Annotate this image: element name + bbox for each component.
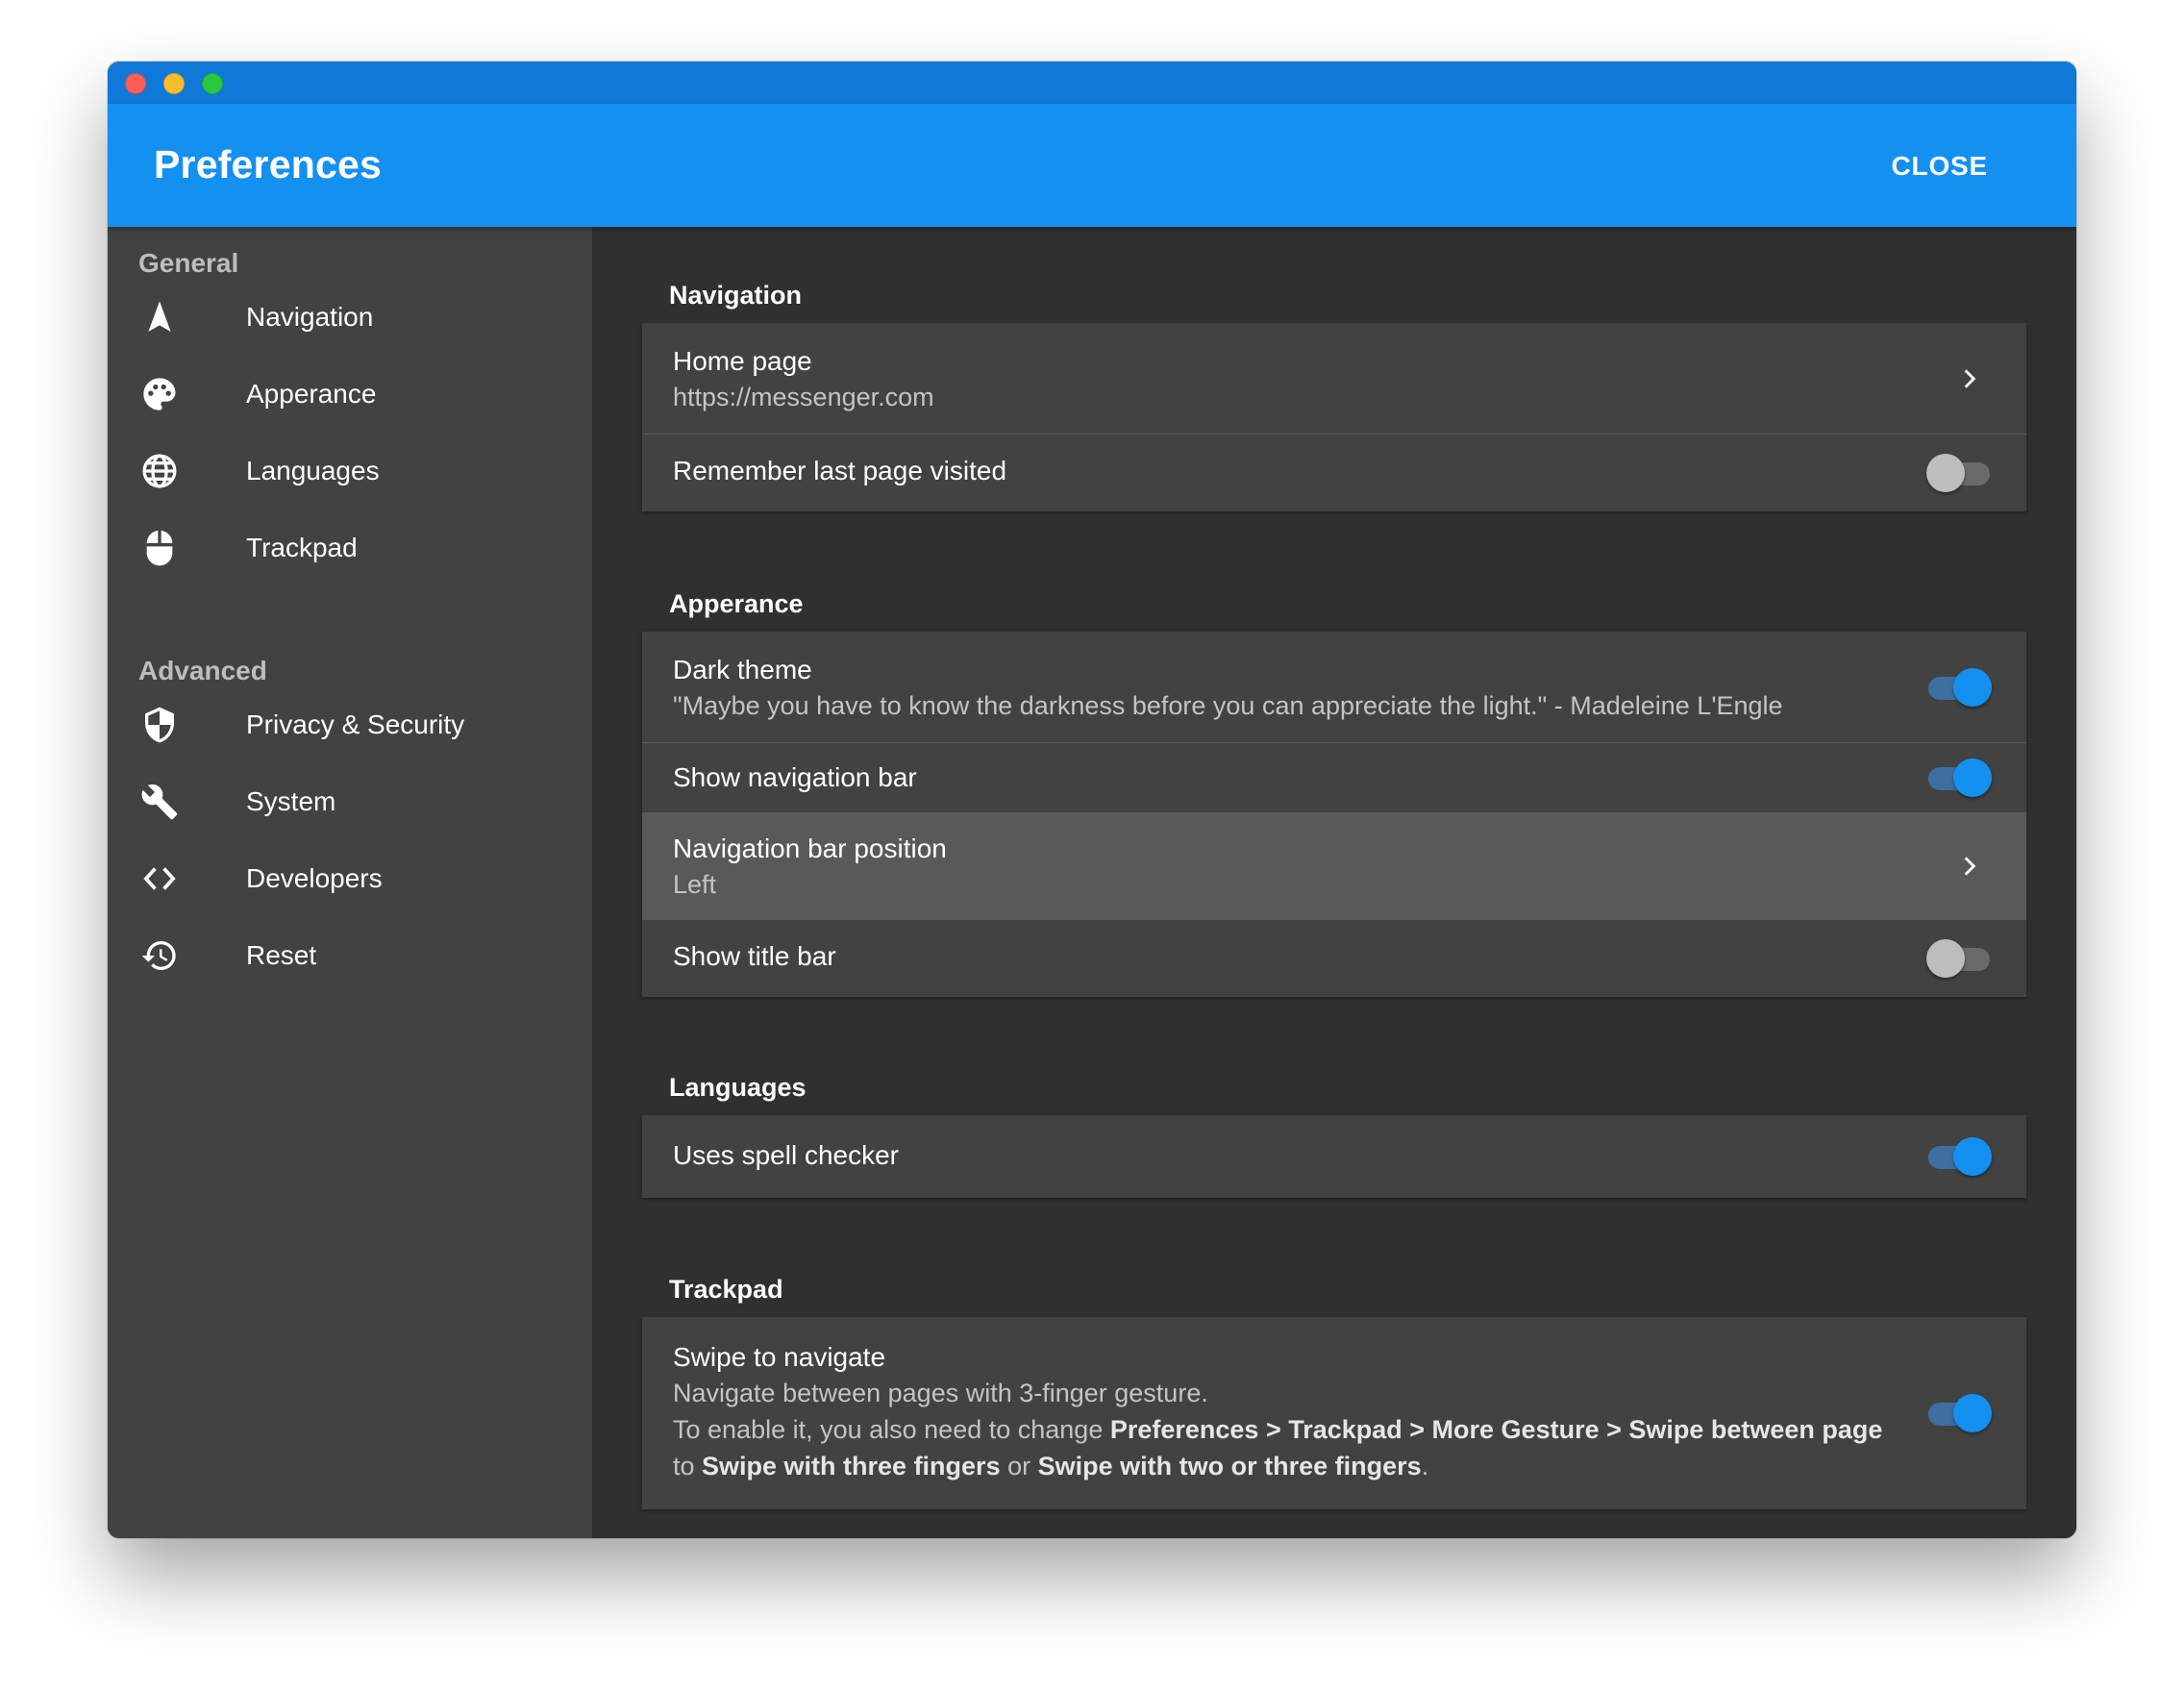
sidebar-heading-advanced: Advanced xyxy=(138,656,267,685)
page-title: Preferences xyxy=(154,142,382,187)
spell-checker-row[interactable]: Uses spell checker xyxy=(642,1115,2026,1198)
swipe-description-line-2: To enable it, you also need to change Pr… xyxy=(673,1415,1882,1445)
nav-bar-position-label: Navigation bar position xyxy=(673,834,947,863)
sidebar-heading-general: General xyxy=(138,248,239,278)
home-page-row[interactable]: Home page https://messenger.com xyxy=(642,323,2026,435)
dark-theme-row[interactable]: Dark theme "Maybe you have to know the d… xyxy=(642,632,2026,743)
sidebar-item-trackpad[interactable]: Trackpad xyxy=(108,510,592,586)
home-page-label: Home page xyxy=(673,346,812,376)
home-page-value: https://messenger.com xyxy=(673,383,934,411)
chevron-right-icon xyxy=(1957,854,1982,879)
app-bar: Preferences CLOSE xyxy=(108,104,2076,227)
swipe-to-navigate-toggle[interactable] xyxy=(1926,1390,1992,1436)
remember-last-page-label: Remember last page visited xyxy=(673,456,1007,485)
show-nav-bar-toggle[interactable] xyxy=(1926,755,1992,801)
swipe-to-navigate-row[interactable]: Swipe to navigate Navigate between pages… xyxy=(642,1317,2026,1509)
window-zoom-dot[interactable] xyxy=(202,73,223,94)
toggle-thumb xyxy=(1953,759,1992,797)
sidebar-item-label: Developers xyxy=(246,863,383,893)
window-close-dot[interactable] xyxy=(125,73,146,94)
close-button[interactable]: CLOSE xyxy=(1892,151,1988,182)
sidebar-item-label: System xyxy=(246,786,336,816)
section-title-trackpad: Trackpad xyxy=(669,1275,783,1304)
navigation-arrow-icon xyxy=(140,298,179,336)
show-title-bar-toggle[interactable] xyxy=(1926,935,1992,982)
toggle-thumb xyxy=(1953,668,1992,707)
history-icon xyxy=(140,936,179,975)
show-title-bar-row[interactable]: Show title bar xyxy=(642,920,2026,997)
toggle-thumb xyxy=(1953,1394,1992,1432)
section-title-languages: Languages xyxy=(669,1073,807,1102)
preferences-content: Navigation Home page https://messenger.c… xyxy=(592,227,2076,1538)
swipe-description-line-1: Navigate between pages with 3-finger ges… xyxy=(673,1379,1208,1407)
show-nav-bar-label: Show navigation bar xyxy=(673,762,917,792)
sidebar-item-label: Languages xyxy=(246,456,380,485)
swipe-desc-end: . xyxy=(1421,1452,1429,1480)
nav-bar-position-row[interactable]: Navigation bar position Left xyxy=(642,812,2026,920)
sidebar-item-reset[interactable]: Reset xyxy=(108,917,592,994)
show-nav-bar-row[interactable]: Show navigation bar xyxy=(642,743,2026,812)
spell-checker-toggle[interactable] xyxy=(1926,1133,1992,1180)
shield-icon xyxy=(140,706,179,744)
sidebar-item-label: Navigation xyxy=(246,302,374,332)
sidebar: General Navigation Apperance Languages T… xyxy=(108,227,592,1538)
code-icon xyxy=(140,859,179,898)
remember-last-page-toggle[interactable] xyxy=(1926,450,1992,496)
preferences-window: Preferences CLOSE General Navigation App… xyxy=(108,62,2076,1538)
sidebar-item-system[interactable]: System xyxy=(108,763,592,840)
remember-last-page-row[interactable]: Remember last page visited xyxy=(642,435,2026,511)
swipe-desc-option-two-three: Swipe with two or three fingers xyxy=(1037,1452,1422,1480)
swipe-desc-prefix: To enable it, you also need to change xyxy=(673,1415,1110,1444)
dark-theme-quote: "Maybe you have to know the darkness bef… xyxy=(673,691,1783,720)
toggle-thumb xyxy=(1926,454,1965,492)
window-minimize-dot[interactable] xyxy=(163,73,185,94)
swipe-desc-or: or xyxy=(1000,1452,1038,1480)
spell-checker-label: Uses spell checker xyxy=(673,1140,899,1170)
sidebar-item-privacy-security[interactable]: Privacy & Security xyxy=(108,686,592,763)
sidebar-item-label: Trackpad xyxy=(246,533,358,562)
mouse-icon xyxy=(140,529,179,567)
show-title-bar-label: Show title bar xyxy=(673,941,836,971)
nav-bar-position-value: Left xyxy=(673,870,717,899)
globe-icon xyxy=(140,452,179,490)
swipe-desc-option-three: Swipe with three fingers xyxy=(702,1452,1001,1480)
apperance-card: Dark theme "Maybe you have to know the d… xyxy=(642,632,2026,997)
section-title-navigation: Navigation xyxy=(669,281,803,310)
sidebar-item-developers[interactable]: Developers xyxy=(108,840,592,917)
swipe-desc-to: to xyxy=(673,1452,703,1480)
toggle-thumb xyxy=(1953,1137,1992,1176)
navigation-card: Home page https://messenger.com Remember… xyxy=(642,323,2026,511)
section-title-apperance: Apperance xyxy=(669,589,804,618)
sidebar-item-label: Privacy & Security xyxy=(246,709,465,739)
toggle-thumb xyxy=(1926,939,1965,978)
swipe-to-navigate-label: Swipe to navigate xyxy=(673,1342,886,1372)
sidebar-item-navigation[interactable]: Navigation xyxy=(108,279,592,356)
sidebar-item-apperance[interactable]: Apperance xyxy=(108,356,592,433)
window-titlebar[interactable] xyxy=(108,62,2076,104)
sidebar-item-label: Reset xyxy=(246,940,317,970)
trackpad-card: Swipe to navigate Navigate between pages… xyxy=(642,1317,2026,1509)
sidebar-item-label: Apperance xyxy=(246,379,377,409)
dark-theme-toggle[interactable] xyxy=(1926,664,1992,710)
swipe-desc-settings-path: Preferences > Trackpad > More Gesture > … xyxy=(1109,1415,1883,1444)
palette-icon xyxy=(140,375,179,413)
swipe-description-line-3: to Swipe with three fingers or Swipe wit… xyxy=(673,1452,1428,1481)
wrench-icon xyxy=(140,783,179,821)
sidebar-item-languages[interactable]: Languages xyxy=(108,433,592,510)
chevron-right-icon xyxy=(1957,366,1982,391)
languages-card: Uses spell checker xyxy=(642,1115,2026,1198)
dark-theme-label: Dark theme xyxy=(673,655,812,684)
